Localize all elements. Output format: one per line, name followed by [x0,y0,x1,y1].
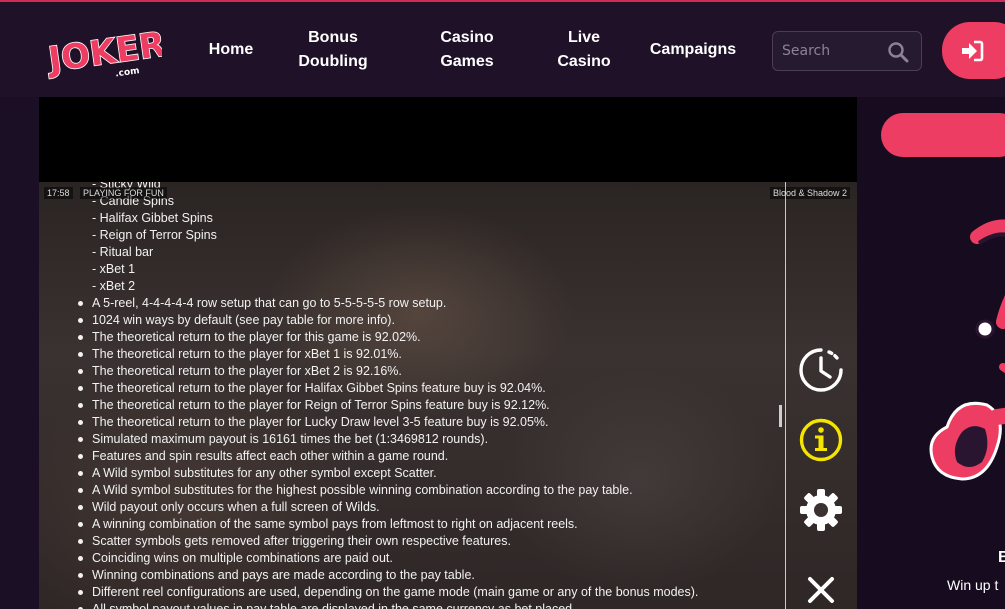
logo-sub: .com [115,66,140,79]
promo-title: B [998,549,1005,566]
nav-campaigns-label: Campaigns [649,41,737,58]
rules-bullet: All symbol payout values in pay table ar… [78,601,779,609]
rules-bullet: The theoretical return to the player for… [78,346,779,363]
rules-bullet: Scatter symbols gets removed after trigg… [78,533,779,550]
login-button[interactable] [942,22,1005,79]
nav-bonus-label-2: Doubling [298,53,368,70]
rules-line: - Reign of Terror Spins [92,228,217,242]
logo-mark: JOKERI .com [43,22,181,82]
rules-line: - Halifax Gibbet Spins [92,211,213,225]
search-placeholder: Search [782,43,831,59]
nav-home[interactable]: Home [203,38,259,62]
rules-bullet: Simulated maximum payout is 16161 times … [78,431,779,448]
nav-live-label-2: Casino [557,53,611,70]
rules-bullet: The theoretical return to the player for… [78,363,779,380]
history-icon[interactable] [798,347,844,393]
joker-mascot-graphic [929,219,1005,481]
nav-casino-label-1: Casino [440,29,494,46]
rules-line: - Candle Spins [92,194,174,208]
rules-scrollbar[interactable] [779,405,782,427]
rules-line: - Ritual bar [92,245,154,259]
settings-icon[interactable] [798,487,844,533]
info-icon[interactable] [798,417,844,463]
nav-home-label: Home [208,41,254,58]
rules-bullet: A Wild symbol substitutes for the highes… [78,482,779,499]
rules-bullet: The theoretical return to the player for… [78,397,779,414]
rules-bullet: Wild payout only occurs when a full scre… [78,499,779,516]
rules-bullet: The theoretical return to the player for… [78,380,779,397]
rules-bullet: A winning combination of the same symbol… [78,516,779,533]
game-top-black-area [39,97,857,182]
rules-bullet: Coinciding wins on multiple combinations… [78,550,779,567]
rules-bullet: A Wild symbol substitutes for any other … [78,465,779,482]
nav-casino-label-2: Games [440,53,494,70]
logo-text: JOKERI [44,23,162,81]
game-title-label: Blood & Shadow 2 [769,187,850,199]
sign-in-icon [962,40,984,62]
nav-live-label-1: Live [567,29,600,46]
game-clock: 17:58 [44,187,73,199]
rules-bullet: Different reel configurations are used, … [78,584,779,601]
nav-live-casino[interactable]: Live Casino [550,26,618,74]
nav-casino-games[interactable]: Casino Games [428,26,506,74]
promo-cta-button[interactable] [881,113,1005,157]
rules-divider [785,182,786,609]
search-icon[interactable] [887,41,909,63]
close-icon[interactable] [806,575,836,605]
rules-bullet: Winning combinations and pays are made a… [78,567,779,584]
promo-panel: B Win up t [857,97,1005,609]
game-mode-label: PLAYING FOR FUN [80,187,167,199]
rules-bullet: The theoretical return to the player for… [78,329,779,346]
nav-bonus-doubling[interactable]: Bonus Doubling [290,26,376,74]
search-box[interactable]: Search [772,31,922,71]
game-rules-text[interactable]: - Sticky Wild - Candle Spins - Halifax G… [78,176,779,609]
jokeri-logo[interactable]: JOKERI .com [43,16,181,86]
game-frame[interactable]: - Sticky Wild - Candle Spins - Halifax G… [39,97,857,609]
nav-campaigns[interactable]: Campaigns [643,38,743,62]
rules-bullet: Features and spin results affect each ot… [78,448,779,465]
rules-bullet: The theoretical return to the player for… [78,414,779,431]
rules-bullet: 1024 win ways by default (see pay table … [78,312,779,329]
rules-line: - xBet 1 [92,262,136,276]
promo-subtitle: Win up t [947,577,999,593]
nav-bonus-label-1: Bonus [308,29,358,46]
rules-line: - xBet 2 [92,279,136,293]
rules-bullet: A 5-reel, 4-4-4-4-4 row setup that can g… [78,295,779,312]
site-header: JOKERI .com Home Bonus Doubling Casino G… [0,0,1005,97]
left-gutter [0,97,39,609]
